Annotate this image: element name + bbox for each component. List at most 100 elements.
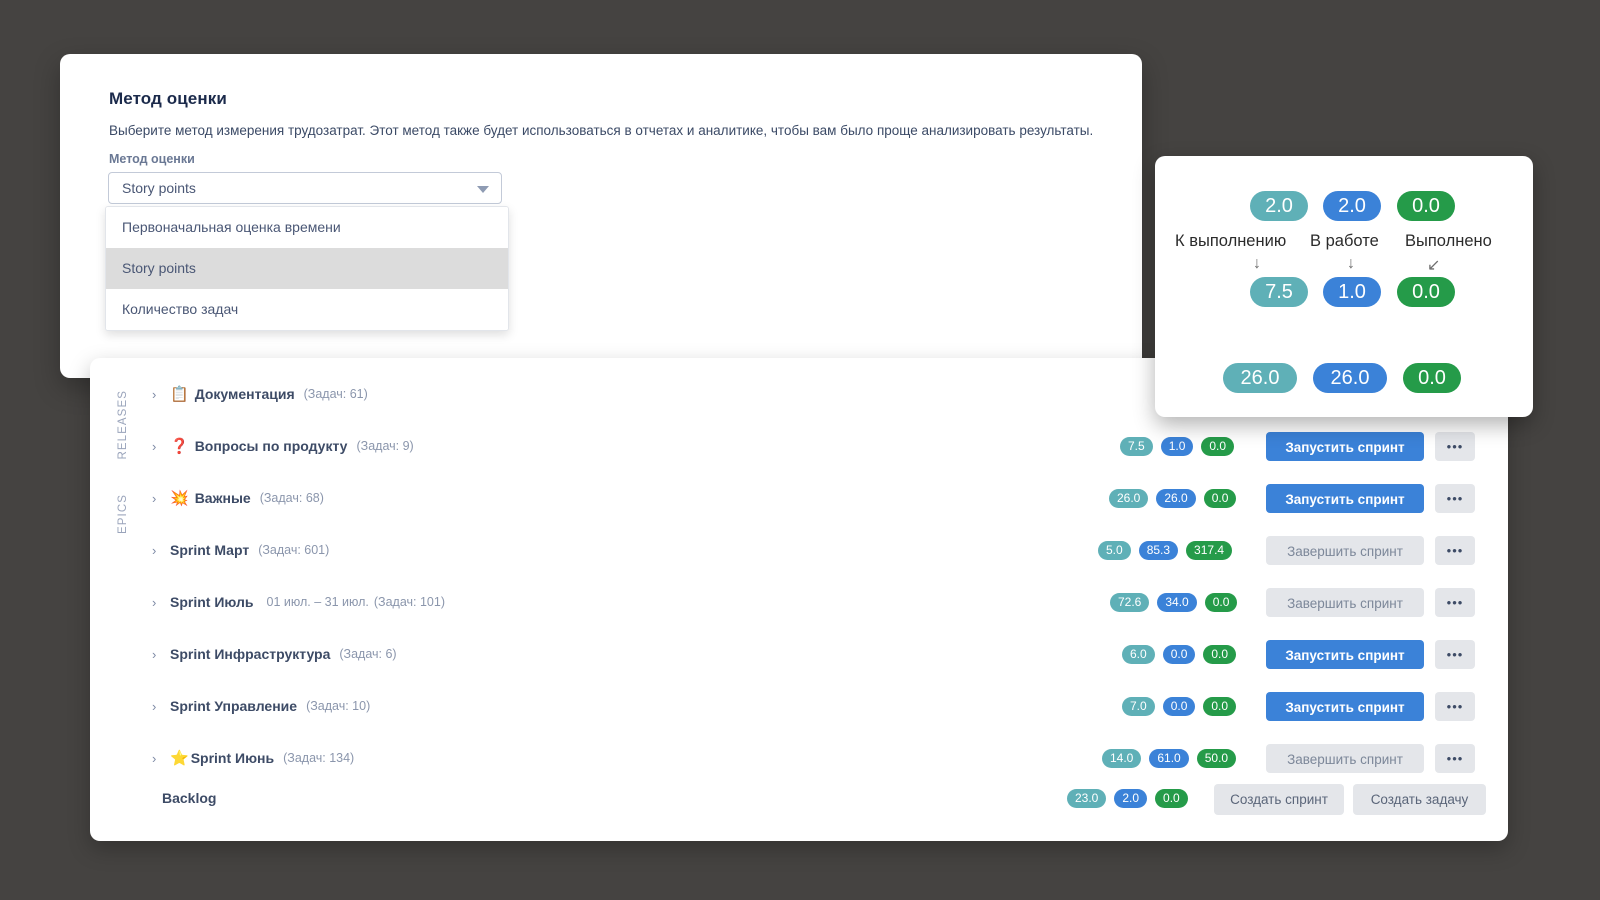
magnifier-overlay-panel: 2.0 2.0 0.0 К выполнению В работе Выполн… [1155, 156, 1533, 417]
badge-todo: 14.0 [1102, 748, 1142, 768]
badge-in-progress: 0.0 [1162, 696, 1196, 716]
badge-in-progress: 0.0 [1162, 644, 1196, 664]
table-row[interactable]: › ⭐ Sprint Июнь (Задач: 134) 14.0 61.0 5… [90, 738, 1508, 778]
row-title-group[interactable]: › 💥 Важные (Задач: 68) [152, 478, 324, 518]
row-more-options-button[interactable]: ••• [1435, 744, 1475, 773]
magnified-badge-todo-bottom: 26.0 [1223, 363, 1297, 393]
row-badges: 5.0 85.3 317.4 [1098, 530, 1233, 570]
row-more-options-button[interactable]: ••• [1435, 588, 1475, 617]
badge-done: 0.0 [1155, 788, 1188, 808]
row-name: Sprint Июль [170, 594, 254, 610]
badge-in-progress: 1.0 [1160, 436, 1194, 456]
badge-done: 0.0 [1204, 592, 1238, 612]
dropdown-option-task-count[interactable]: Количество задач [106, 289, 508, 330]
table-row[interactable]: › Sprint Инфраструктура (Задач: 6) 6.0 0… [90, 634, 1508, 674]
row-task-count: (Задач: 10) [306, 699, 371, 713]
row-title-group[interactable]: › Sprint Управление (Задач: 10) [152, 686, 370, 726]
magnified-badge-progress-middle: 1.0 [1323, 277, 1381, 307]
chevron-right-icon[interactable]: › [152, 543, 160, 558]
row-task-count: (Задач: 61) [303, 387, 368, 401]
row-task-count: (Задач: 9) [356, 439, 414, 453]
column-label-todo: К выполнению [1175, 232, 1287, 250]
row-title-group[interactable]: › ⭐ Sprint Июнь (Задач: 134) [152, 738, 354, 778]
page-title: Метод оценки [109, 89, 227, 108]
row-name: Sprint Июнь [190, 750, 275, 766]
row-title-group[interactable]: › 📋 Документация (Задач: 61) [152, 374, 368, 414]
row-more-options-button[interactable]: ••• [1435, 640, 1475, 669]
row-name: Sprint Март [170, 542, 250, 558]
start-sprint-button[interactable]: Запустить спринт [1266, 640, 1424, 669]
create-sprint-button[interactable]: Создать спринт [1214, 784, 1344, 815]
chevron-right-icon[interactable]: › [152, 491, 160, 506]
row-task-count: (Задач: 6) [339, 647, 397, 661]
settings-description: Выберите метод измерения трудозатрат. Эт… [109, 123, 1094, 138]
backlog-footer-badges: 23.0 2.0 0.0 [1067, 778, 1188, 818]
estimation-method-select[interactable]: Story points [108, 172, 502, 204]
chevron-right-icon[interactable]: › [152, 439, 160, 454]
complete-sprint-button[interactable]: Завершить спринт [1266, 536, 1424, 565]
chevron-right-icon[interactable]: › [152, 595, 160, 610]
screen-root: Метод оценки Выберите метод измерения тр… [0, 0, 1600, 900]
table-row[interactable]: › ❓ Вопросы по продукту (Задач: 9) 7.5 1… [90, 426, 1508, 466]
row-badges: 6.0 0.0 0.0 [1122, 634, 1237, 674]
row-date-range: 01 июл. – 31 июл. [266, 595, 369, 609]
badge-todo: 72.6 [1110, 592, 1150, 612]
magnified-badge-todo-middle: 7.5 [1250, 277, 1308, 307]
badge-in-progress: 61.0 [1149, 748, 1189, 768]
magnified-badge-done-top: 0.0 [1397, 191, 1455, 221]
dropdown-option-story-points[interactable]: Story points [106, 248, 508, 289]
dropdown-option-time-estimate[interactable]: Первоначальная оценка времени [106, 207, 508, 248]
row-title-group[interactable]: › Sprint Июль 01 июл. – 31 июл. (Задач: … [152, 582, 445, 622]
row-name: Sprint Инфраструктура [170, 646, 331, 662]
chevron-right-icon[interactable]: › [152, 387, 160, 402]
estimation-method-dropdown[interactable]: Первоначальная оценка времени Story poin… [105, 206, 509, 331]
row-badges: 7.0 0.0 0.0 [1122, 686, 1237, 726]
magnified-badge-done-bottom: 0.0 [1403, 363, 1461, 393]
row-title-group[interactable]: › Sprint Март (Задач: 601) [152, 530, 329, 570]
row-name: Вопросы по продукту [194, 438, 348, 454]
badge-in-progress: 2.0 [1114, 788, 1148, 808]
start-sprint-button[interactable]: Запустить спринт [1266, 432, 1424, 461]
chevron-down-icon[interactable] [477, 186, 489, 193]
estimation-method-card: Метод оценки Выберите метод измерения тр… [60, 54, 1142, 378]
backlog-panel: RELEASES EPICS › 📋 Документация (Задач: … [90, 358, 1508, 841]
table-row[interactable]: › Sprint Июль 01 июл. – 31 июл. (Задач: … [90, 582, 1508, 622]
arrow-down-icon-done: ↙ [1427, 257, 1441, 274]
row-badges: 14.0 61.0 50.0 [1102, 738, 1237, 778]
magnified-badge-progress-top: 2.0 [1323, 191, 1381, 221]
row-title-group[interactable]: › Sprint Инфраструктура (Задач: 6) [152, 634, 397, 674]
row-task-count: (Задач: 601) [258, 543, 330, 557]
start-sprint-button[interactable]: Запустить спринт [1266, 692, 1424, 721]
complete-sprint-button[interactable]: Завершить спринт [1266, 744, 1424, 773]
chevron-right-icon[interactable]: › [152, 647, 160, 662]
column-label-in-progress: В работе [1310, 232, 1379, 250]
badge-done: 0.0 [1203, 488, 1237, 508]
badge-todo: 7.0 [1122, 696, 1155, 716]
table-row[interactable]: › 💥 Важные (Задач: 68) 26.0 26.0 0.0 Зап… [90, 478, 1508, 518]
row-more-options-button[interactable]: ••• [1435, 536, 1475, 565]
create-task-button[interactable]: Создать задачу [1353, 784, 1486, 815]
question-mark-icon: ❓ [170, 437, 189, 455]
chevron-right-icon[interactable]: › [152, 699, 160, 714]
row-badges: 7.5 1.0 0.0 [1120, 426, 1235, 466]
row-title-group[interactable]: › ❓ Вопросы по продукту (Задач: 9) [152, 426, 414, 466]
collision-icon: 💥 [170, 489, 189, 507]
badge-todo: 6.0 [1122, 644, 1155, 664]
badge-done: 0.0 [1203, 644, 1237, 664]
badge-done: 317.4 [1186, 540, 1233, 560]
row-more-options-button[interactable]: ••• [1435, 432, 1475, 461]
badge-done: 50.0 [1196, 748, 1237, 768]
row-name: Документация [194, 386, 295, 402]
row-name: Важные [194, 490, 251, 506]
column-label-done: Выполнено [1405, 232, 1492, 250]
row-more-options-button[interactable]: ••• [1435, 692, 1475, 721]
start-sprint-button[interactable]: Запустить спринт [1266, 484, 1424, 513]
row-more-options-button[interactable]: ••• [1435, 484, 1475, 513]
table-row[interactable]: › Sprint Управление (Задач: 10) 7.0 0.0 … [90, 686, 1508, 726]
backlog-footer-row[interactable]: Backlog 23.0 2.0 0.0 Создать спринт Созд… [90, 778, 1508, 818]
table-row[interactable]: › Sprint Март (Задач: 601) 5.0 85.3 317.… [90, 530, 1508, 570]
chevron-right-icon[interactable]: › [152, 751, 160, 766]
row-task-count: (Задач: 134) [283, 751, 355, 765]
badge-done: 0.0 [1203, 696, 1237, 716]
complete-sprint-button[interactable]: Завершить спринт [1266, 588, 1424, 617]
